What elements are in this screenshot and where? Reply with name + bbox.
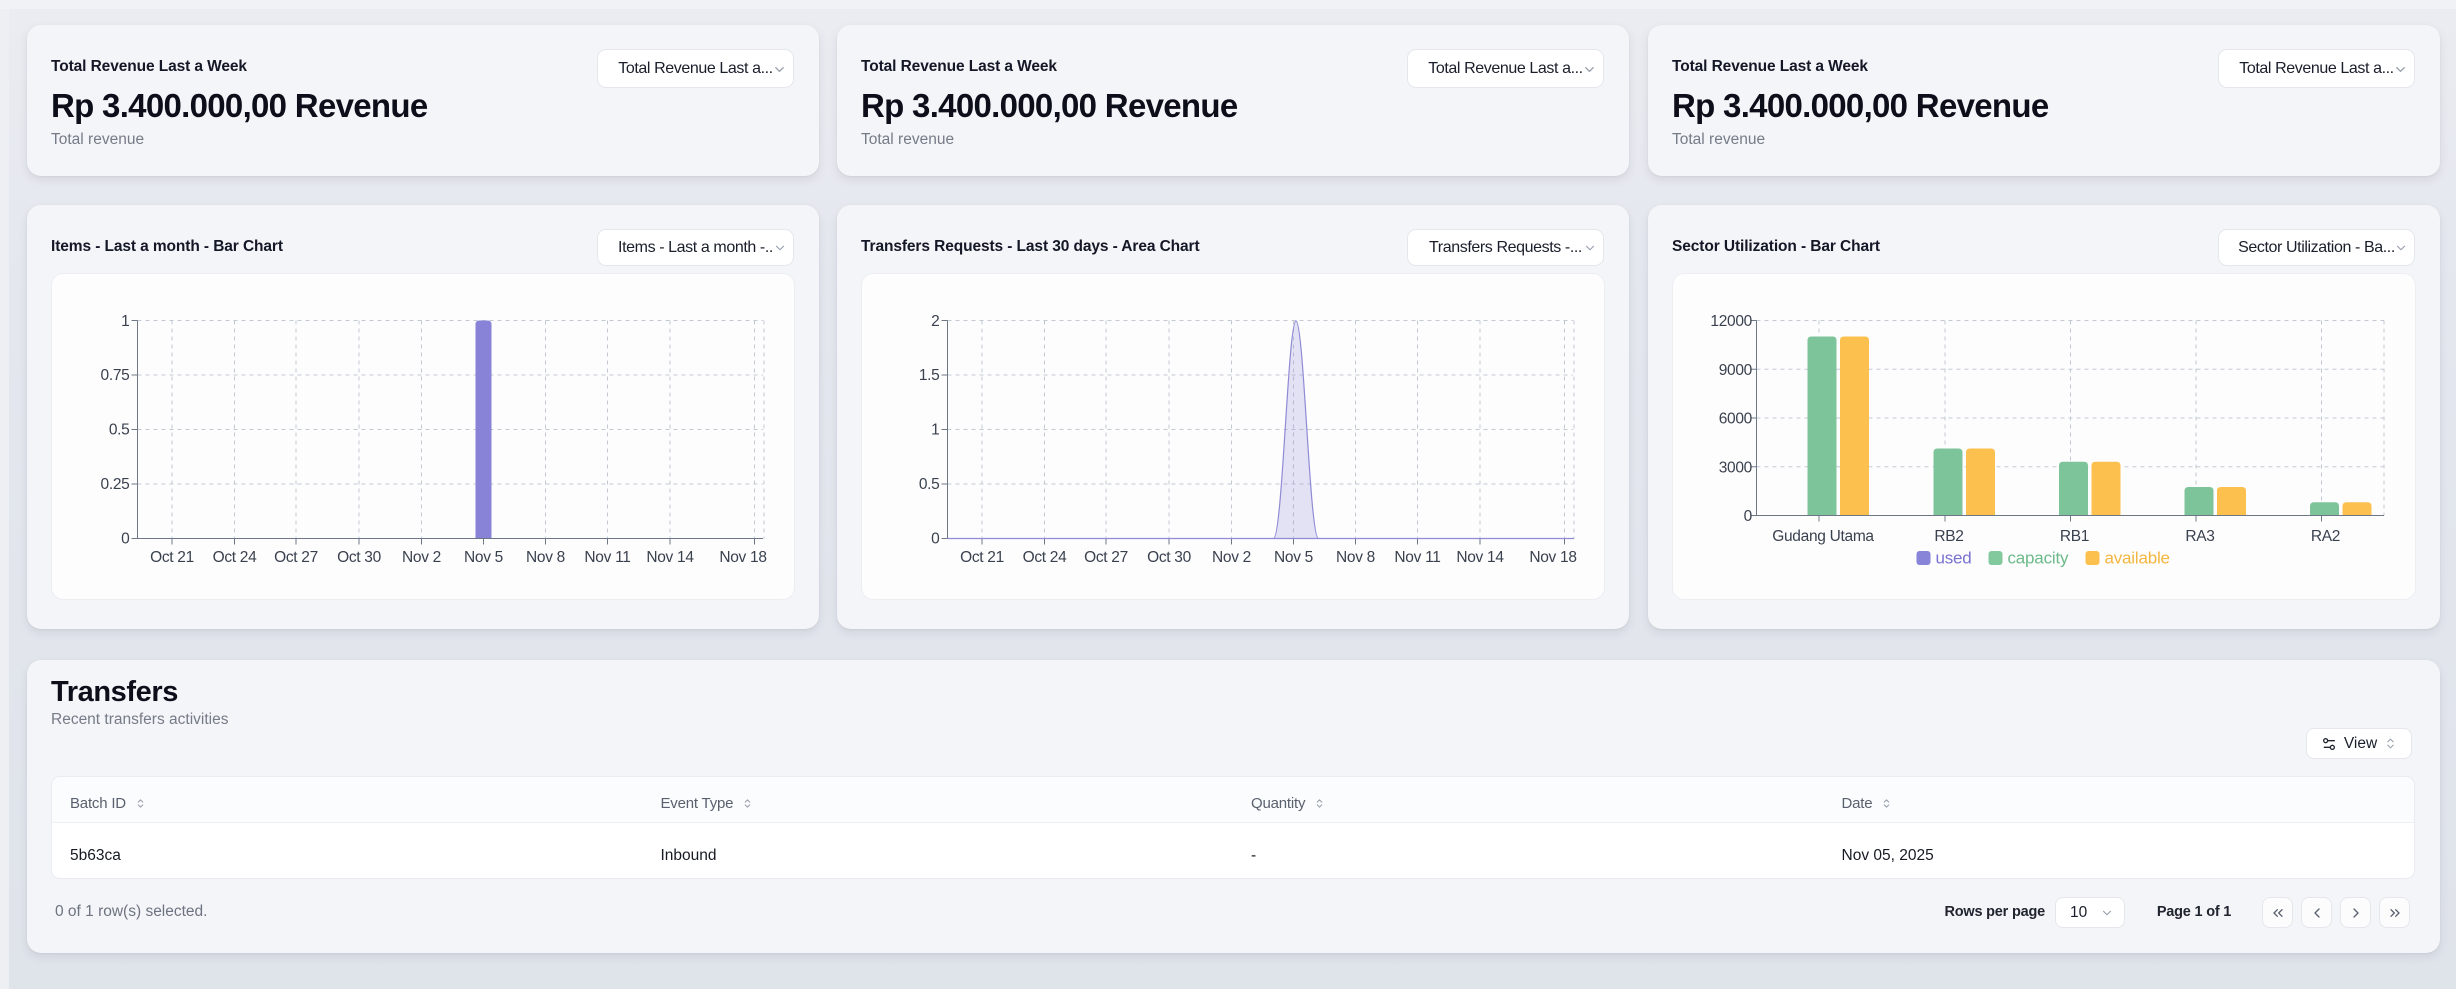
svg-text:Oct 27: Oct 27	[1084, 549, 1128, 566]
svg-text:Nov 14: Nov 14	[646, 549, 694, 566]
svg-text:Nov 2: Nov 2	[402, 549, 441, 566]
svg-text:RA3: RA3	[2185, 528, 2214, 545]
svg-text:capacity: capacity	[2008, 549, 2069, 568]
svg-text:2: 2	[931, 313, 939, 330]
svg-text:Oct 30: Oct 30	[1147, 549, 1192, 566]
svg-text:Oct 27: Oct 27	[274, 549, 318, 566]
svg-text:Nov 18: Nov 18	[719, 549, 766, 566]
svg-text:RA2: RA2	[2311, 528, 2340, 545]
svg-text:0: 0	[1744, 508, 1753, 525]
svg-text:Oct 21: Oct 21	[150, 549, 194, 566]
svg-text:1: 1	[931, 422, 939, 439]
svg-text:0: 0	[931, 531, 940, 548]
svg-text:Oct 24: Oct 24	[213, 549, 258, 566]
svg-text:3000: 3000	[1719, 459, 1753, 476]
svg-text:Nov 14: Nov 14	[1456, 549, 1504, 566]
svg-text:Nov 11: Nov 11	[1394, 549, 1440, 566]
svg-text:Nov 2: Nov 2	[1212, 549, 1251, 566]
svg-text:Nov 8: Nov 8	[1336, 549, 1375, 566]
svg-text:Nov 5: Nov 5	[1274, 549, 1313, 566]
svg-text:0.5: 0.5	[919, 476, 940, 493]
svg-text:Nov 8: Nov 8	[526, 549, 565, 566]
svg-text:1.5: 1.5	[919, 367, 940, 384]
svg-text:1: 1	[121, 313, 129, 330]
svg-text:used: used	[1936, 549, 1972, 568]
svg-text:9000: 9000	[1719, 362, 1753, 379]
svg-text:Oct 24: Oct 24	[1023, 549, 1068, 566]
svg-text:available: available	[2105, 549, 2170, 568]
svg-text:Gudang Utama: Gudang Utama	[1772, 528, 1874, 545]
svg-text:12000: 12000	[1710, 313, 1752, 330]
svg-text:Nov 18: Nov 18	[1529, 549, 1576, 566]
svg-text:Oct 30: Oct 30	[337, 549, 382, 566]
svg-text:0.75: 0.75	[101, 367, 130, 384]
svg-text:RB1: RB1	[2060, 528, 2089, 545]
svg-text:Nov 5: Nov 5	[464, 549, 503, 566]
svg-text:0.25: 0.25	[101, 476, 130, 493]
svg-text:6000: 6000	[1719, 411, 1753, 428]
svg-text:Nov 11: Nov 11	[584, 549, 630, 566]
svg-text:0: 0	[121, 531, 130, 548]
svg-text:Oct 21: Oct 21	[960, 549, 1004, 566]
svg-text:RB2: RB2	[1934, 528, 1963, 545]
svg-text:0.5: 0.5	[109, 422, 130, 439]
